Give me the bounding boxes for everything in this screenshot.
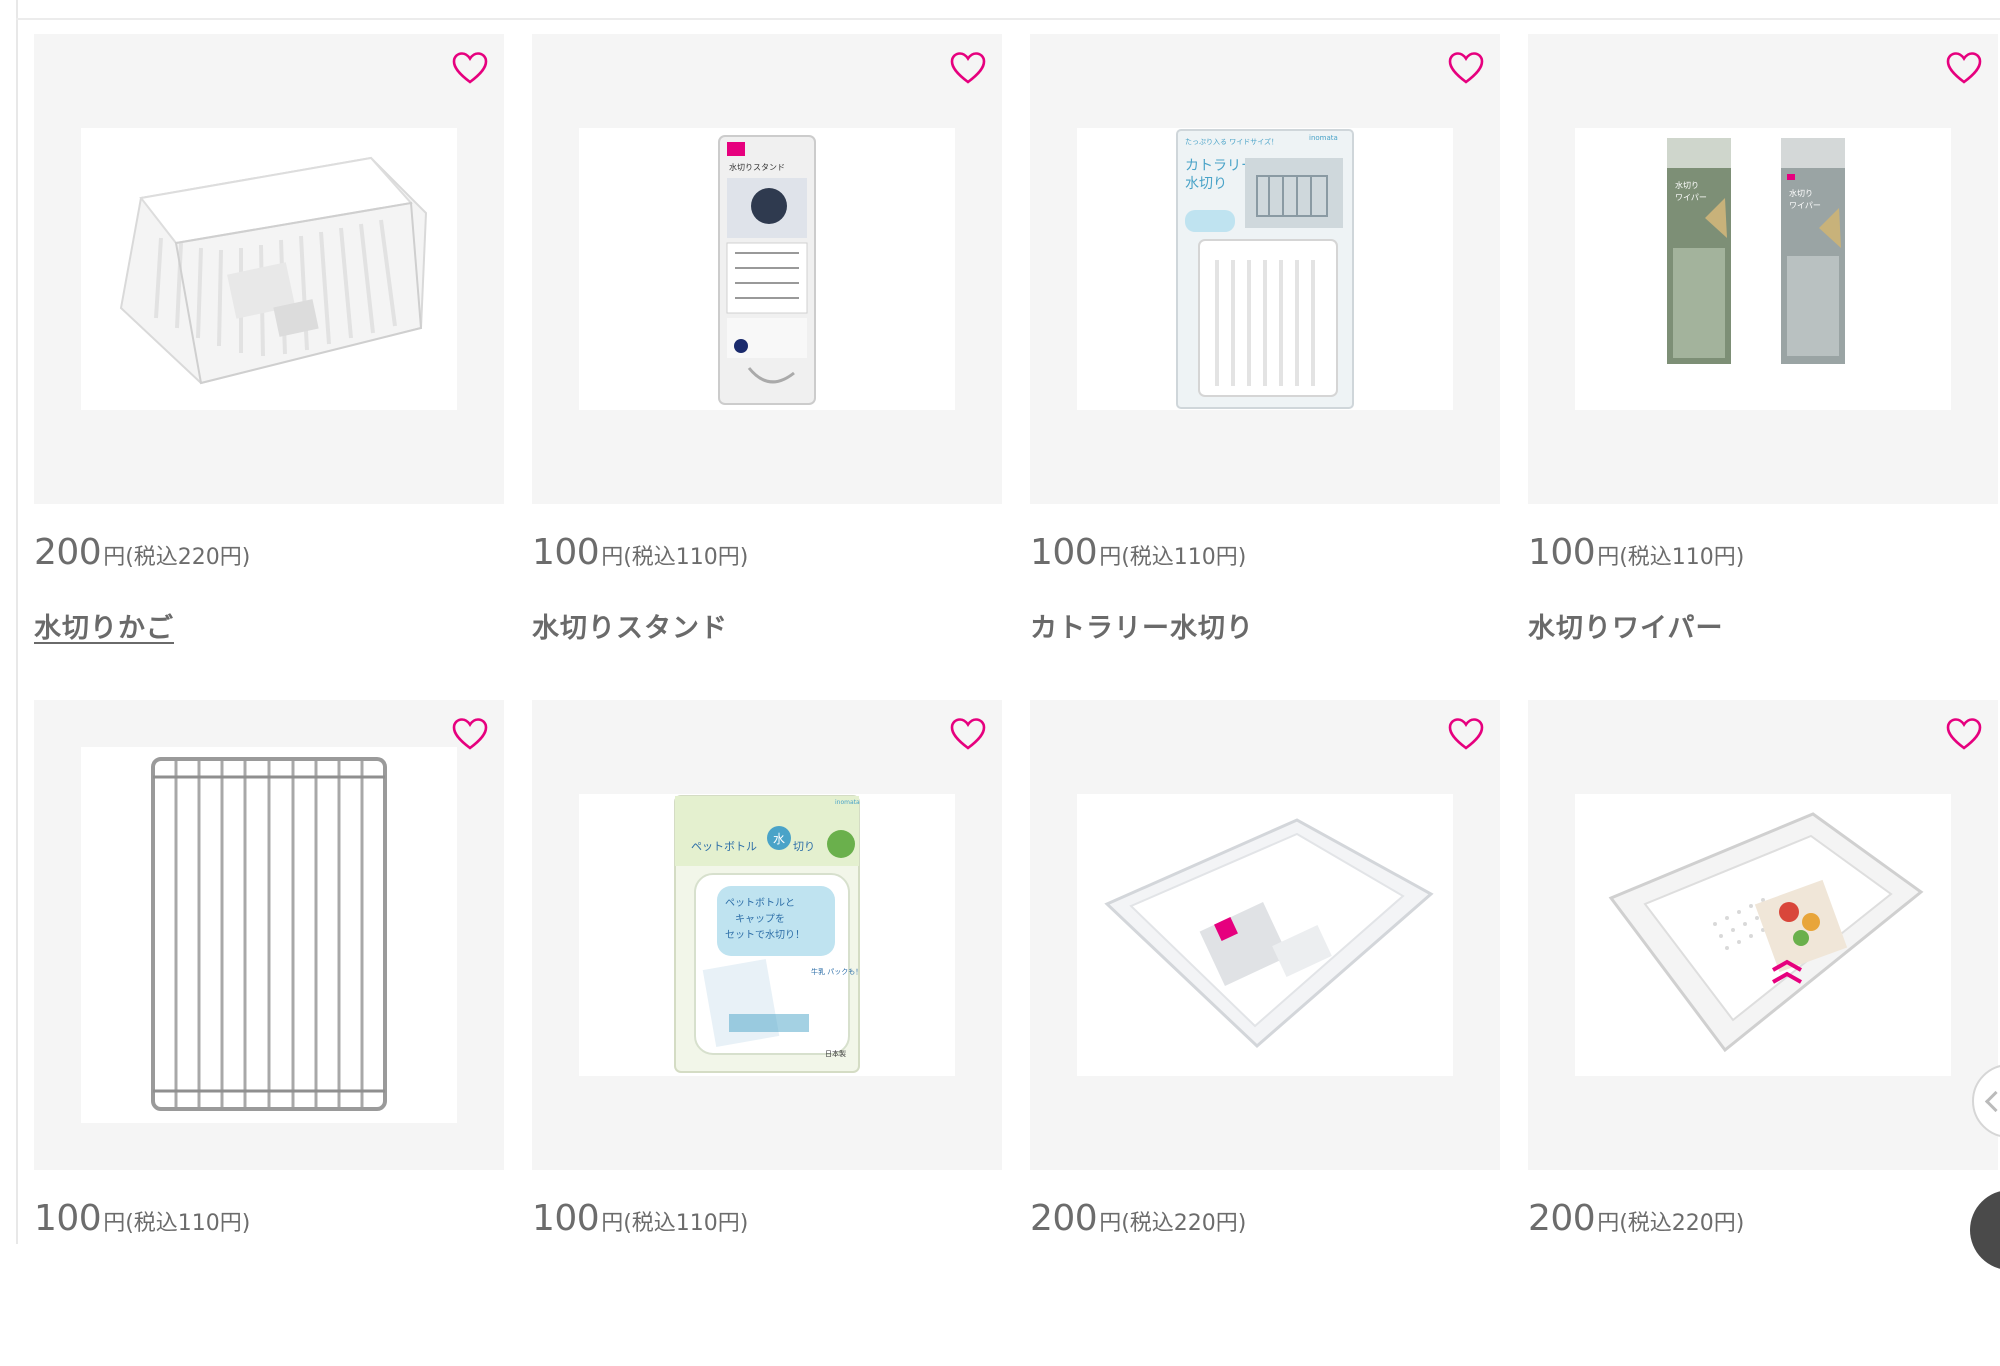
favorite-heart-button[interactable] [450, 48, 490, 88]
favorite-heart-button[interactable] [948, 714, 988, 754]
pet-line-1: ペットボトルと [725, 897, 795, 909]
favorite-heart-button[interactable] [1446, 714, 1486, 754]
product-card: たっぷり入る ワイドサイズ！ inomata カトラリー 水切り 100 円(税… [1030, 34, 1500, 700]
product-image-link[interactable]: 水切り ワイパー 水切り ワイパー [1528, 34, 1998, 504]
product-image [1077, 794, 1453, 1076]
price: 100 円(税込110円) [532, 532, 748, 573]
product-card: 水切り ワイパー 水切り ワイパー 100 円(税込110円) 水切りワイパー [1528, 34, 1998, 700]
cutlery-drainer-package-image: たっぷり入る ワイドサイズ！ inomata カトラリー 水切り [1077, 128, 1453, 410]
price-amount: 100 [532, 1198, 600, 1239]
product-card: 200 円(税込220円) 水切りかご [34, 34, 504, 700]
product-image: たっぷり入る ワイドサイズ！ inomata カトラリー 水切り [1077, 128, 1453, 410]
product-image-link[interactable] [1528, 700, 1998, 1170]
price-amount: 200 [1030, 1198, 1098, 1239]
product-card: 水切りスタンド 100 円(税込110円) 水切りスタンド [532, 34, 1002, 700]
chevron-left-icon [1984, 1090, 2000, 1112]
product-image-link[interactable]: たっぷり入る ワイドサイズ！ inomata カトラリー 水切り [1030, 34, 1500, 504]
drainer-stand-package-image: 水切りスタンド [579, 128, 955, 410]
product-card: 200 円(税込220円) [1030, 700, 1500, 1366]
product-name-link[interactable]: 水切りスタンド [532, 606, 728, 645]
price-amount: 100 [1030, 532, 1098, 573]
product-image-link[interactable] [34, 34, 504, 504]
wiper-label-2a: 水切り [1789, 188, 1813, 198]
price: 200 円(税込220円) [1528, 1198, 1744, 1239]
price-tax-included: 円(税込110円) [1099, 545, 1247, 570]
favorite-heart-button[interactable] [948, 48, 988, 88]
product-image-link[interactable] [1030, 700, 1500, 1170]
package-title-line2: 水切り [1185, 176, 1227, 192]
colander-basket-image [1575, 794, 1951, 1076]
pet-badge: 牛乳 パックも！ [811, 967, 862, 976]
favorite-heart-button[interactable] [1446, 48, 1486, 88]
heart-icon [452, 52, 488, 84]
frame-top-border [16, 18, 2000, 20]
heart-icon [1946, 718, 1982, 750]
price-tax-included: 円(税込220円) [1597, 1211, 1745, 1236]
product-image-link[interactable]: 水切りスタンド [532, 34, 1002, 504]
price-amount: 100 [532, 532, 600, 573]
drain-wiper-packages-image: 水切り ワイパー 水切り ワイパー [1575, 128, 1951, 410]
product-image: 水切りスタンド [579, 128, 955, 410]
product-image [81, 747, 457, 1123]
heart-icon [950, 718, 986, 750]
product-card: inomata ペットボトル 水 切り ペットボトルと キャップを セットで水切… [532, 700, 1002, 1366]
package-title-line1: カトラリー [1185, 158, 1255, 174]
favorite-heart-button[interactable] [450, 714, 490, 754]
frame-left-border [16, 0, 18, 1244]
product-card: 100 円(税込110円) [34, 700, 504, 1366]
product-image-link[interactable] [34, 700, 504, 1170]
pet-title-2: 水 [773, 832, 785, 846]
price-amount: 200 [1528, 1198, 1596, 1239]
price-amount: 100 [34, 1198, 102, 1239]
price-amount: 100 [1528, 532, 1596, 573]
product-name-link[interactable]: 水切りかご [34, 606, 174, 645]
heart-icon [1448, 718, 1484, 750]
price-tax-included: 円(税込110円) [601, 545, 749, 570]
pet-title-1: ペットボトル [691, 840, 757, 853]
brand-text: inomata [1309, 134, 1338, 142]
heart-icon [452, 718, 488, 750]
wire-rack-image [81, 747, 457, 1123]
wiper-label-1b: ワイパー [1675, 193, 1707, 202]
heart-icon [1448, 52, 1484, 84]
pet-line-2: キャップを [735, 913, 785, 925]
product-card: 200 円(税込220円) [1528, 700, 1998, 1366]
favorite-heart-button[interactable] [1944, 48, 1984, 88]
product-name-link[interactable]: カトラリー水切り [1030, 606, 1254, 645]
price: 200 円(税込220円) [1030, 1198, 1246, 1239]
pet-bottle-drainer-package-image: inomata ペットボトル 水 切り ペットボトルと キャップを セットで水切… [579, 794, 955, 1076]
price: 100 円(税込110円) [1030, 532, 1246, 573]
price: 200 円(税込220円) [34, 532, 250, 573]
heart-icon [1946, 52, 1982, 84]
price: 100 円(税込110円) [1528, 532, 1744, 573]
price-tax-included: 円(税込220円) [103, 545, 251, 570]
product-image [1575, 794, 1951, 1076]
product-image-link[interactable]: inomata ペットボトル 水 切り ペットボトルと キャップを セットで水切… [532, 700, 1002, 1170]
product-image: inomata ペットボトル 水 切り ペットボトルと キャップを セットで水切… [579, 794, 955, 1076]
price-tax-included: 円(税込220円) [1099, 1211, 1247, 1236]
white-tray-image [1077, 794, 1453, 1076]
wiper-label-2b: ワイパー [1789, 201, 1821, 210]
pet-brand: inomata [835, 799, 860, 806]
dish-drainer-basket-image [81, 128, 457, 410]
pet-line-3: セットで水切り！ [725, 929, 805, 941]
package-label: 水切りスタンド [729, 162, 785, 172]
price-tax-included: 円(税込110円) [103, 1211, 251, 1236]
wiper-label-1a: 水切り [1675, 180, 1699, 190]
product-image: 水切り ワイパー 水切り ワイパー [1575, 128, 1951, 410]
price: 100 円(税込110円) [34, 1198, 250, 1239]
pet-bottom: 日本製 [825, 1049, 846, 1058]
product-name-link[interactable]: 水切りワイパー [1528, 606, 1723, 645]
price-tax-included: 円(税込110円) [1597, 545, 1745, 570]
price-tax-included: 円(税込110円) [601, 1211, 749, 1236]
heart-icon [950, 52, 986, 84]
price-amount: 200 [34, 532, 102, 573]
package-top-text: たっぷり入る ワイドサイズ！ [1185, 137, 1278, 146]
price: 100 円(税込110円) [532, 1198, 748, 1239]
pet-title-3: 切り [793, 840, 815, 853]
product-image [81, 128, 457, 410]
product-grid: 200 円(税込220円) 水切りかご 水切りスタンド 100 円(税込110円… [34, 34, 2000, 1366]
favorite-heart-button[interactable] [1944, 714, 1984, 754]
